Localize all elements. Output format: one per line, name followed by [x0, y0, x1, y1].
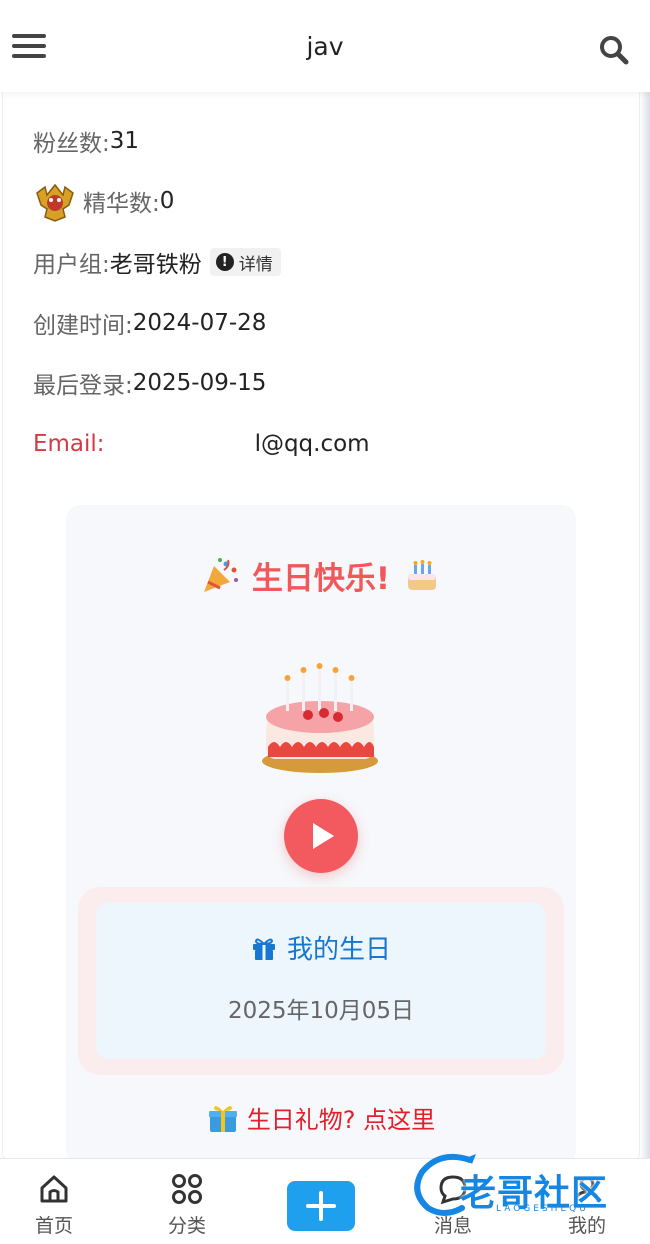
lastlogin-label: 最后登录: — [33, 373, 133, 399]
birthday-title: 生日快乐! — [66, 553, 576, 598]
essence-row: 精华数: 0 — [33, 183, 175, 222]
lastlogin-value: 2025-09-15 — [132, 370, 267, 396]
play-icon — [313, 823, 334, 849]
gift-icon — [252, 938, 275, 960]
gift-link-label: 生日礼物? 点这里 — [246, 1106, 436, 1134]
nav-home-label: 首页 — [34, 1215, 73, 1237]
essence-label: 精华数: — [83, 191, 160, 217]
scroll-edge — [640, 90, 650, 1160]
gift-box-icon — [208, 1105, 237, 1132]
group-row: 用户组: 老哥铁粉 ! 详情 — [33, 245, 281, 279]
top-bar: jav — [0, 0, 650, 92]
group-detail-button[interactable]: ! 详情 — [209, 248, 281, 276]
email-row: Email: l@qq.com — [33, 427, 370, 461]
nav-category[interactable]: 分类 — [142, 1173, 232, 1238]
fans-row: 粉丝数: 31 — [33, 124, 139, 158]
lastlogin-row: 最后登录: 2025-09-15 — [33, 366, 266, 400]
birthday-title-text: 生日快乐! — [251, 561, 391, 597]
my-birthday-label: 我的生日 — [286, 935, 391, 965]
page-title: jav — [306, 32, 344, 61]
created-label: 创建时间: — [33, 313, 133, 339]
nav-category-label: 分类 — [167, 1215, 206, 1237]
add-post-button[interactable] — [287, 1181, 355, 1231]
birthday-card: 生日快乐! 我的生日 2025年10月05日 生日礼物? 点这里 — [66, 505, 576, 1165]
category-grid-icon — [172, 1174, 202, 1204]
dragon-badge-icon — [36, 183, 74, 222]
fans-label: 粉丝数: — [33, 131, 110, 157]
my-birthday-date: 2025年10月05日 — [227, 998, 415, 1024]
my-birthday-heading: 我的生日 — [96, 929, 546, 966]
group-label: 用户组: — [33, 252, 110, 278]
email-value: l@qq.com — [254, 431, 370, 457]
home-icon — [40, 1175, 68, 1203]
created-value: 2024-07-28 — [132, 310, 267, 336]
group-detail-label: 详情 — [238, 254, 273, 275]
party-popper-icon — [203, 557, 238, 592]
birthday-gift-link[interactable]: 生日礼物? 点这里 — [66, 1100, 576, 1135]
watermark-subtext: LAOGESHEQU — [496, 1204, 589, 1214]
play-music-button[interactable] — [284, 799, 358, 873]
birthday-cake-icon — [262, 663, 378, 773]
my-birthday-panel: 我的生日 2025年10月05日 — [96, 903, 546, 1059]
essence-value: 0 — [159, 188, 175, 214]
birthday-cake-small-icon — [408, 559, 437, 590]
nav-home[interactable]: 首页 — [9, 1173, 99, 1238]
created-row: 创建时间: 2024-07-28 — [33, 306, 266, 340]
info-icon: ! — [215, 253, 234, 271]
my-birthday-box: 我的生日 2025年10月05日 — [78, 887, 564, 1075]
group-value: 老哥铁粉 — [109, 252, 202, 278]
fans-value: 31 — [109, 128, 140, 154]
search-icon[interactable] — [598, 34, 630, 66]
site-watermark: 老哥社区 LAOGESHEQU — [410, 1148, 642, 1222]
email-label: Email: — [33, 431, 105, 457]
